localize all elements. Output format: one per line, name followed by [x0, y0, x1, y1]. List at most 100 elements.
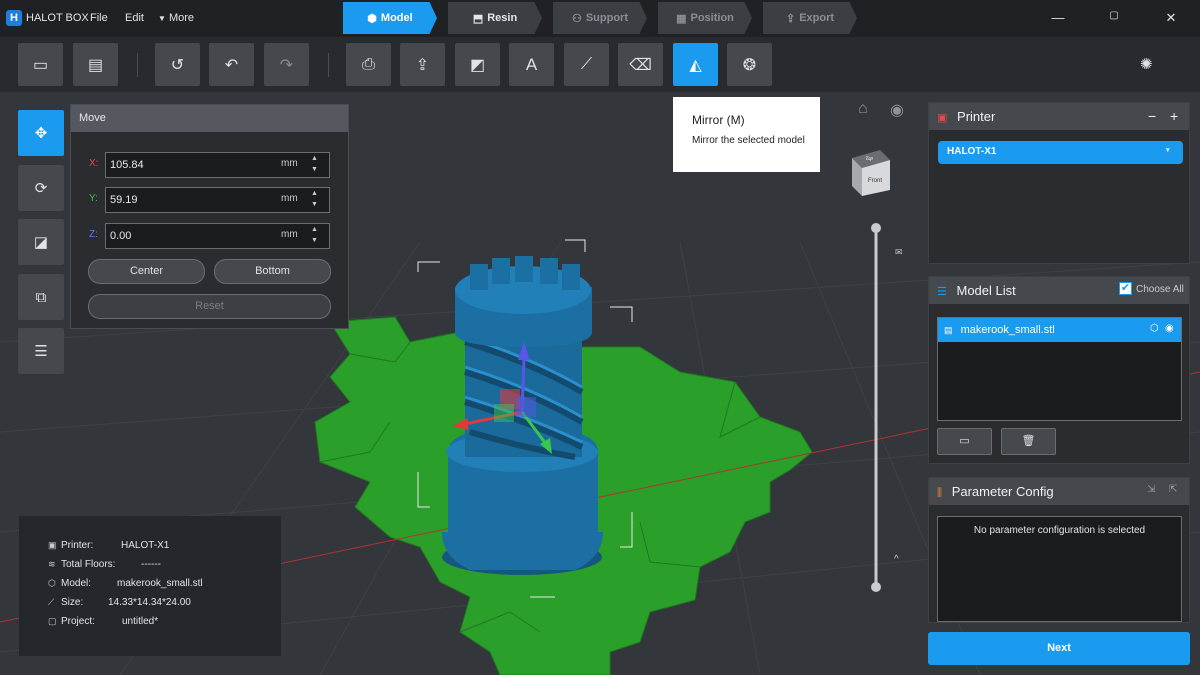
step-export-label: Export: [799, 12, 835, 24]
model-cube-icon: ⬡: [48, 578, 56, 588]
export-icon[interactable]: ⇪: [400, 43, 445, 86]
duplicate-tool-button[interactable]: ⧉: [18, 274, 64, 320]
step-resin[interactable]: ⬒ Resin: [448, 2, 542, 34]
erase-icon[interactable]: ⌫: [618, 43, 663, 86]
undo-icon[interactable]: ↶: [209, 43, 254, 86]
redo-icon[interactable]: ↷: [264, 43, 309, 86]
toolbar-divider: [328, 53, 329, 77]
folder-icon: ▭: [959, 435, 970, 447]
minimize-button[interactable]: —: [1050, 10, 1066, 25]
menu-file[interactable]: File: [90, 12, 108, 24]
center-button[interactable]: Center: [88, 259, 205, 284]
close-button[interactable]: ✕: [1163, 10, 1179, 26]
info-size-key: Size:: [61, 597, 84, 608]
info-model-value: makerook_small.stl: [117, 578, 203, 589]
layers-icon: ≋: [48, 559, 56, 569]
open-model-button[interactable]: ▭: [937, 428, 992, 455]
split-icon[interactable]: ◩: [455, 43, 500, 86]
title-bar: H HALOT BOX File Edit ▼ More ⬢ Model ⬒ R…: [0, 0, 1200, 37]
step-export[interactable]: ⇪ Export: [763, 2, 857, 34]
choose-all-checkbox[interactable]: ✔: [1119, 282, 1132, 295]
caret-down-icon: ▼: [158, 14, 166, 23]
tooltip-description: Mirror the selected model: [692, 135, 805, 146]
mirror-icon[interactable]: ◭: [673, 43, 718, 86]
collapse-printer-button[interactable]: −: [1148, 108, 1156, 124]
list-item[interactable]: ▤ makerook_small.stl ⬡ ◉: [938, 318, 1181, 342]
reset-button[interactable]: Reset: [88, 294, 331, 319]
info-project-value: untitled*: [122, 616, 159, 627]
file-icon: ▤: [944, 325, 953, 335]
support-icon: ⚇: [571, 12, 582, 25]
visibility-eye-icon[interactable]: ◉: [1165, 323, 1174, 334]
duplicate-icon: ⧉: [35, 288, 47, 306]
move-panel-title: Move: [71, 105, 348, 132]
measure-icon[interactable]: ⟋: [564, 43, 609, 86]
add-printer-button[interactable]: +: [1170, 108, 1178, 124]
printer-icon: ▣: [937, 112, 948, 124]
scale-icon: ◪: [33, 234, 49, 251]
next-button[interactable]: Next: [928, 632, 1190, 665]
model-list: ▤ makerook_small.stl ⬡ ◉: [937, 317, 1182, 421]
toolbar-divider: [137, 53, 138, 77]
text-icon[interactable]: A: [509, 43, 554, 86]
printer-panel: ▣ Printer − + HALOT-X1 ▾: [928, 102, 1190, 264]
toolbar: ▭ ▤ ↺ ↶ ↷ ⎙ ⇪ ◩ A ⟋ ⌫ ◭ ❂ ✺: [0, 37, 1200, 92]
tooltip-title: Mirror (M): [692, 113, 745, 127]
model-info-card: ▣ Printer: HALOT-X1 ≋ Total Floors: ----…: [19, 516, 281, 656]
hollow-icon[interactable]: ❂: [727, 43, 772, 86]
project-icon: ▢: [48, 616, 57, 626]
info-floors-row: ≋ Total Floors: ------: [48, 559, 281, 578]
info-model-row: ⬡ Model: makerook_small.stl: [48, 578, 281, 597]
printer-select-value: HALOT-X1: [947, 146, 997, 157]
model-cube-icon[interactable]: ⬡: [1150, 323, 1159, 334]
layer-top-icon[interactable]: ✉: [895, 247, 903, 258]
scale-tool-button[interactable]: ◪: [18, 219, 64, 265]
app-logo-icon: H: [6, 10, 22, 26]
layer-slider-top-handle: [871, 223, 881, 233]
z-unit: mm: [281, 229, 298, 240]
z-spinner-icon[interactable]: ▲ ▼: [311, 224, 318, 246]
sliders-icon: ⫼: [937, 487, 943, 499]
bottom-button[interactable]: Bottom: [214, 259, 331, 284]
delete-model-button[interactable]: 🗑: [1001, 428, 1056, 455]
info-size-value: 14.33*14.34*24.00: [108, 597, 191, 608]
home-view-icon[interactable]: ⌂: [858, 100, 868, 118]
info-floors-key: Total Floors:: [61, 559, 116, 570]
menu-more-label: More: [168, 12, 195, 24]
export-config-icon[interactable]: ⇱: [1169, 484, 1177, 495]
eye-icon[interactable]: ◉: [890, 100, 904, 120]
y-spinner-icon[interactable]: ▲ ▼: [311, 188, 318, 210]
parameter-empty-text: No parameter configuration is selected: [973, 525, 1146, 536]
info-floors-value: ------: [141, 559, 161, 570]
step-support[interactable]: ⚇ Support: [553, 2, 647, 34]
list-icon: ☰: [937, 286, 947, 298]
printer-select[interactable]: HALOT-X1 ▾: [938, 141, 1183, 164]
menu-more[interactable]: ▼ More: [158, 12, 194, 24]
chevron-up-icon[interactable]: ^: [894, 554, 899, 565]
parameter-config-header: ⫼ Parameter Config ⇲ ⇱: [929, 478, 1189, 505]
parameter-config-panel: ⫼ Parameter Config ⇲ ⇱ No parameter conf…: [928, 477, 1190, 623]
z-coordinate-row: Z: 0.00 mm ▲ ▼: [89, 223, 330, 249]
step-position[interactable]: ▦ Position: [658, 2, 752, 34]
open-folder-icon[interactable]: ▭: [18, 43, 63, 86]
x-spinner-icon[interactable]: ▲ ▼: [311, 153, 318, 175]
step-model[interactable]: ⬢ Model: [343, 2, 437, 34]
layer-slider-bottom-handle: [871, 582, 881, 592]
print-icon[interactable]: ⎙: [346, 43, 391, 86]
view-cube-front-label: Front: [868, 178, 883, 184]
list-tool-button[interactable]: ☰: [18, 328, 64, 374]
y-coordinate-row: Y: 59.19 mm ▲ ▼: [89, 187, 330, 213]
maximize-button[interactable]: ▢: [1106, 10, 1122, 21]
menu-edit[interactable]: Edit: [125, 12, 144, 24]
rotate-tool-button[interactable]: ⟳: [18, 165, 64, 211]
history-icon[interactable]: ↺: [155, 43, 200, 86]
info-project-row: ▢ Project: untitled*: [48, 616, 281, 635]
import-icon[interactable]: ▤: [73, 43, 118, 86]
step-model-label: Model: [380, 12, 413, 24]
import-config-icon[interactable]: ⇲: [1147, 484, 1155, 495]
list-icon: ☰: [34, 343, 48, 360]
move-tool-button[interactable]: ✥: [18, 110, 64, 156]
settings-icon[interactable]: ✺: [1140, 55, 1153, 73]
step-resin-label: Resin: [487, 12, 518, 24]
chevron-down-icon: ▾: [1166, 147, 1170, 154]
